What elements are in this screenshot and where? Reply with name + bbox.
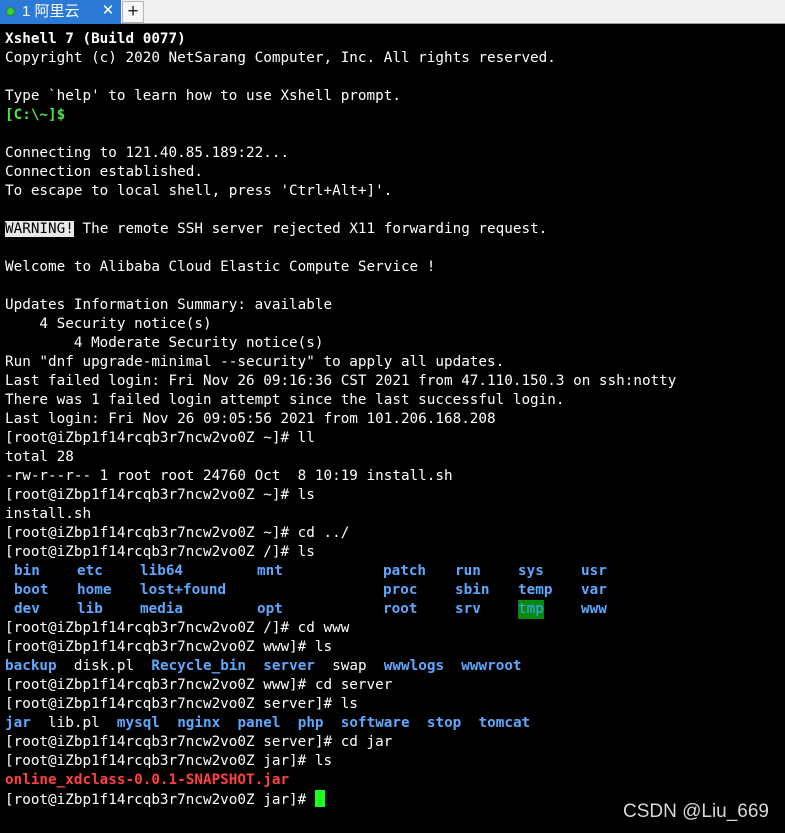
shell-prompt: [root@iZbp1f14rcqb3r7ncw2vo0Z jar]# ls — [5, 753, 333, 769]
session-tab-name: 阿里云 — [34, 3, 80, 20]
dir-jar: jar — [5, 715, 31, 731]
new-tab-button[interactable]: + — [122, 1, 144, 23]
root-listing-row: bin etc lib64 mnt patch run sys usr — [5, 562, 783, 581]
shell-prompt: [root@iZbp1f14rcqb3r7ncw2vo0Z /]# ls — [5, 544, 315, 560]
terminal-line: Run "dnf upgrade-minimal --security" to … — [5, 354, 505, 370]
dir-bin: bin — [14, 563, 40, 579]
terminal-line: Connection established. — [5, 164, 203, 180]
file-swap: swap — [332, 658, 367, 674]
dir-opt: opt — [257, 601, 283, 617]
warning-text: The remote SSH server rejected X11 forwa… — [73, 221, 548, 237]
dir-run: run — [455, 563, 481, 579]
dir-temp: temp — [518, 582, 553, 598]
dir-patch: patch — [383, 563, 427, 579]
dir-etc: etc — [77, 563, 103, 579]
shell-prompt: [root@iZbp1f14rcqb3r7ncw2vo0Z server]# c… — [5, 734, 393, 750]
terminal-line: There was 1 failed login attempt since t… — [5, 392, 565, 408]
terminal-line: install.sh — [5, 506, 92, 522]
terminal-line: Last failed login: Fri Nov 26 09:16:36 C… — [5, 373, 677, 389]
terminal-line: -rw-r--r-- 1 root root 24760 Oct 8 10:19… — [5, 468, 453, 484]
terminal-line: To escape to local shell, press 'Ctrl+Al… — [5, 183, 393, 199]
text-cursor — [314, 790, 325, 807]
warning-badge: WARNING! — [5, 221, 74, 237]
root-listing-row: dev lib media opt root srv tmp www — [5, 600, 783, 619]
session-tab-label: 1 阿里云 — [22, 3, 80, 21]
shell-prompt: [root@iZbp1f14rcqb3r7ncw2vo0Z www]# ls — [5, 639, 333, 655]
dir-backup: backup — [5, 658, 57, 674]
terminal-line: WARNING! The remote SSH server rejected … — [5, 220, 783, 239]
dir-tmp: tmp — [518, 600, 544, 619]
server-listing: jar lib.pl mysql nginx panel php softwar… — [5, 714, 783, 733]
terminal-line: Xshell 7 (Build 0077) — [5, 31, 186, 47]
dir-home: home — [77, 582, 112, 598]
dir-recycle-bin: Recycle_bin — [151, 658, 247, 674]
dir-media: media — [140, 601, 184, 617]
terminal-line: total 28 — [5, 449, 74, 465]
terminal-line: Last login: Fri Nov 26 09:05:56 2021 fro… — [5, 411, 496, 427]
shell-prompt: [root@iZbp1f14rcqb3r7ncw2vo0Z ~]# ll — [5, 430, 315, 446]
dir-lost-found: lost+found — [140, 582, 227, 598]
dir-wwwlogs: wwwlogs — [383, 658, 445, 674]
file-disk-pl: disk.pl — [73, 658, 135, 674]
terminal-line: 4 Moderate Security notice(s) — [5, 335, 324, 351]
dir-usr: usr — [581, 563, 607, 579]
shell-prompt: [root@iZbp1f14rcqb3r7ncw2vo0Z server]# l… — [5, 696, 358, 712]
file-lib-pl: lib.pl — [48, 715, 100, 731]
terminal-line: Copyright (c) 2020 NetSarang Computer, I… — [5, 50, 556, 66]
close-tab-icon[interactable]: ✕ — [99, 2, 117, 20]
dir-mnt: mnt — [257, 563, 283, 579]
dir-software: software — [340, 715, 410, 731]
dir-proc: proc — [383, 582, 418, 598]
terminal-line: Welcome to Alibaba Cloud Elastic Compute… — [5, 259, 436, 275]
session-tab[interactable]: 1 阿里云 ✕ — [0, 0, 121, 24]
watermark: CSDN @Liu_669 — [622, 801, 769, 822]
dir-sbin: sbin — [455, 582, 490, 598]
terminal-output[interactable]: Xshell 7 (Build 0077) Copyright (c) 2020… — [5, 30, 783, 809]
dir-lib: lib — [77, 601, 103, 617]
dir-tomcat: tomcat — [478, 715, 531, 731]
www-listing: backup disk.pl Recycle_bin server swap w… — [5, 657, 783, 676]
dir-panel: panel — [237, 715, 281, 731]
shell-prompt: [root@iZbp1f14rcqb3r7ncw2vo0Z ~]# cd ../ — [5, 525, 350, 541]
connected-status-icon — [6, 7, 15, 16]
root-listing-row: boot home lost+found 'of -i:3306' proc s… — [5, 581, 783, 600]
terminal-line: Type `help' to learn how to use Xshell p… — [5, 88, 401, 104]
dir-wwwroot: wwwroot — [461, 658, 522, 674]
shell-prompt: [root@iZbp1f14rcqb3r7ncw2vo0Z www]# cd s… — [5, 677, 393, 693]
tab-bar: 1 阿里云 ✕ + — [0, 0, 785, 24]
dir-dev: dev — [14, 601, 40, 617]
local-prompt: [C:\~]$ — [5, 107, 66, 123]
session-tab-number: 1 — [22, 3, 31, 20]
dir-nginx: nginx — [177, 715, 221, 731]
dir-mysql: mysql — [116, 715, 160, 731]
dir-sys: sys — [518, 563, 544, 579]
dir-var: var — [581, 582, 607, 598]
shell-prompt: [root@iZbp1f14rcqb3r7ncw2vo0Z ~]# ls — [5, 487, 315, 503]
terminal-line: Updates Information Summary: available — [5, 297, 333, 313]
dir-lib64: lib64 — [140, 563, 184, 579]
dir-boot: boot — [14, 582, 49, 598]
dir-stop: stop — [426, 715, 462, 731]
terminal-line: Connecting to 121.40.85.189:22... — [5, 145, 290, 161]
terminal-line: 4 Security notice(s) — [5, 316, 212, 332]
file-of-i-3306: 'of -i:3306' — [257, 582, 361, 598]
dir-root: root — [383, 601, 418, 617]
dir-www: www — [581, 601, 607, 617]
dir-server: server — [263, 658, 315, 674]
shell-prompt: [root@iZbp1f14rcqb3r7ncw2vo0Z /]# cd www — [5, 620, 350, 636]
shell-prompt: [root@iZbp1f14rcqb3r7ncw2vo0Z jar]# — [5, 792, 315, 808]
dir-srv: srv — [455, 601, 481, 617]
jar-file: online_xdclass-0.0.1-SNAPSHOT.jar — [5, 772, 290, 788]
dir-php: php — [297, 715, 324, 731]
